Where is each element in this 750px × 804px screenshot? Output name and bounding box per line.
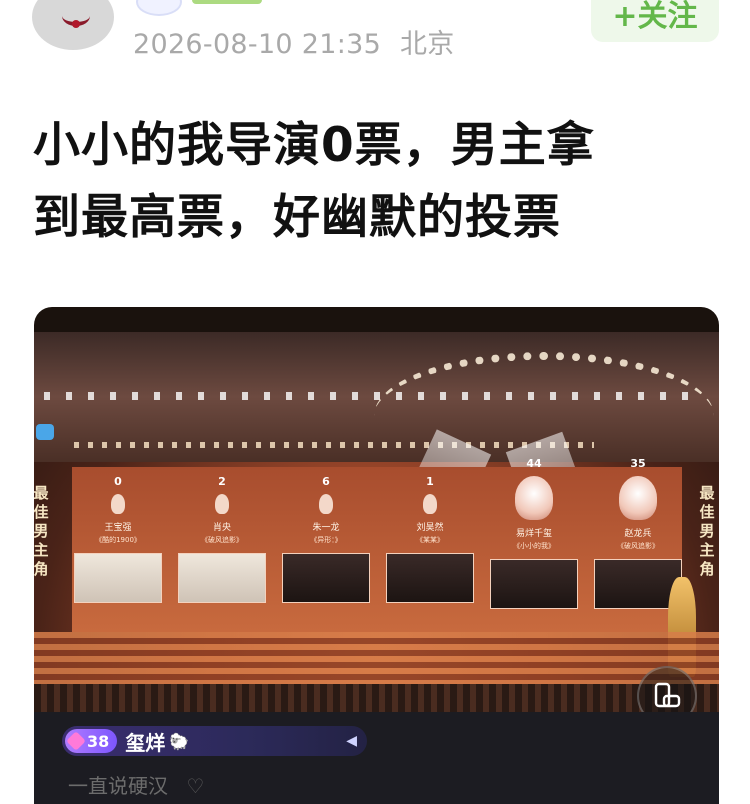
heart-icon[interactable]: ♡ [186,774,204,798]
post-time: 2026-08-10 21:35 [133,29,382,60]
nominee-film: 《酷的1900》 [95,536,141,544]
nominee-card: 35 赵龙兵 《破风追影》 [592,449,684,609]
level-number: 38 [87,731,110,751]
nominee-card: 6 朱一龙 《异形：》 [280,467,372,603]
nominee-name: 朱一龙 [312,523,340,533]
live-tag-icon [36,424,54,440]
trophy-icon [423,494,437,514]
sheep-icon: 🐑 [169,731,190,751]
stage-lights-lower [74,442,594,448]
nominee-name: 王宝强 [104,523,132,533]
trophy-icon [319,494,333,514]
live-comment-text: 一直说硬汉 [68,774,168,798]
nominee-photo [178,553,266,603]
pill-arrow-icon: ◀ [346,733,357,749]
rotate-screen-icon [654,682,681,708]
live-comment-bar: 38 玺烊 🐑 ◀ 一直说硬汉 ♡ [34,712,719,804]
trophy-icon [111,494,125,514]
author-name-cropped[interactable] [192,0,262,4]
nominee-votes: 0 [114,475,122,488]
nominee-name: 肖央 [212,523,231,533]
side-caption-left: 最佳男主角 [34,484,49,578]
live-user-name: 玺烊 [125,730,166,755]
trophy-icon [215,494,229,514]
nominee-photo [282,553,370,603]
nominee-card: 0 王宝强 《酷的1900》 [72,467,164,603]
nominee-photo [74,553,162,603]
nominee-votes: 6 [322,475,330,488]
gem-icon [66,731,86,751]
post-title: 小小的我导演0票，男主拿 到最高票，好幽默的投票 [33,110,723,254]
post-title-line-1: 小小的我导演0票，男主拿 [33,118,595,173]
nominee-name: 易烊千玺 [515,529,552,539]
post-meta: 2026-08-10 21:35 北京 [133,22,465,61]
nominee-photo [386,553,474,603]
nominee-card: 1 刘昊然 《某某》 [384,467,476,603]
avatar-bell [72,20,80,28]
trophy-icon [619,476,657,520]
nominee-screen: 0 王宝强 《酷的1900》 2 肖央 《破风追影》 6 朱一龙 《异形：》 1… [72,457,682,632]
side-caption-right: 最佳男主角 [699,484,715,578]
live-user-pill[interactable]: 38 玺烊 🐑 ◀ [62,726,367,756]
nominee-votes: 1 [426,475,434,488]
video-frame[interactable]: 0 王宝强 《酷的1900》 2 肖央 《破风追影》 6 朱一龙 《异形：》 1… [34,332,719,737]
level-badge: 38 [65,729,118,753]
trophy-icon [515,476,553,520]
nominee-film: 《破风追影》 [617,542,659,550]
nominee-name: 赵龙兵 [624,529,652,539]
nominee-card: 44 易烊千玺 《小小的我》 [488,449,580,609]
nominee-film: 《破风追影》 [201,536,243,544]
nominee-card: 2 肖央 《破风追影》 [176,467,268,603]
post-location: 北京 [400,29,455,60]
nominee-film: 《异形：》 [310,536,342,544]
nominee-name: 刘昊然 [416,523,444,533]
live-comment: 一直说硬汉 ♡ [68,770,204,799]
nominee-votes: 35 [630,457,646,470]
nominee-votes: 44 [526,457,542,470]
post-title-line-2: 到最高票，好幽默的投票 [33,190,561,245]
nominee-photo [490,559,578,609]
follow-button[interactable]: +关注 [591,0,719,42]
nominee-votes: 2 [218,475,226,488]
video-card[interactable]: 0 王宝强 《酷的1900》 2 肖央 《破风追影》 6 朱一龙 《异形：》 1… [34,307,719,804]
verified-badge-icon [136,0,182,16]
nominee-film: 《某某》 [416,536,444,544]
nominee-film: 《小小的我》 [513,542,555,550]
author-avatar[interactable] [32,0,114,50]
